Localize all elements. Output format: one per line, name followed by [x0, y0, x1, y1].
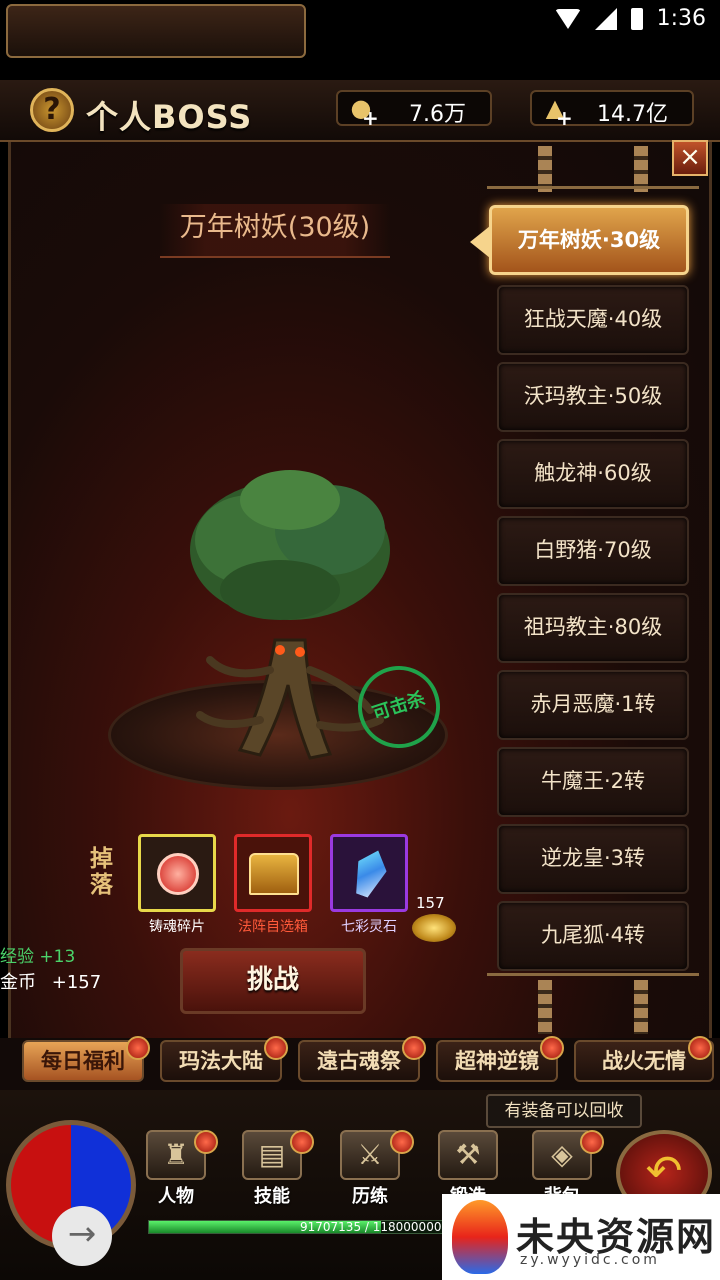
- drop-item-name: 法阵自选箱: [238, 919, 308, 935]
- flame-logo-icon: [452, 1200, 508, 1274]
- notification-dot-icon: [194, 1130, 218, 1154]
- copper-resource[interactable]: ● + 7.6万: [336, 90, 492, 130]
- ingot-resource[interactable]: ▲ + 14.7亿: [530, 90, 694, 130]
- status-time: 1:36: [656, 6, 706, 31]
- boss-list-item[interactable]: 触龙神·60级: [497, 439, 689, 509]
- recycle-notice[interactable]: 有装备可以回收: [486, 1094, 642, 1128]
- notification-dot-icon: [688, 1036, 712, 1060]
- gold-ingot-icon: ▲ +: [545, 94, 573, 130]
- exp-reward: 经验 +13: [0, 947, 76, 967]
- close-icon[interactable]: ×: [672, 140, 708, 176]
- boss-list-item[interactable]: 九尾狐·4转: [497, 901, 689, 971]
- boss-list-item[interactable]: 赤月恶魔·1转: [497, 670, 689, 740]
- wifi-icon: [554, 8, 581, 29]
- chain-decoration: [634, 980, 648, 1034]
- signal-icon: [594, 7, 617, 30]
- boss-list-item[interactable]: 逆龙皇·3转: [497, 824, 689, 894]
- copper-value: 7.6万: [409, 102, 466, 127]
- notification-dot-icon: [580, 1130, 604, 1154]
- soul-shard-icon: [138, 834, 216, 912]
- notification-dot-icon: [390, 1130, 414, 1154]
- coin-reward: 金币 +157: [0, 968, 101, 994]
- notification-dot-icon: [264, 1036, 288, 1060]
- drop-item[interactable]: 法阵自选箱: [234, 834, 312, 936]
- title-frame: [6, 4, 306, 58]
- drop-item[interactable]: 七彩灵石: [330, 834, 408, 936]
- drop-item[interactable]: 铸魂碎片: [138, 834, 216, 936]
- drops-label: 掉落: [90, 846, 113, 898]
- help-icon[interactable]: ?: [30, 88, 74, 132]
- treasure-chest-icon: [234, 834, 312, 912]
- boss-list-item[interactable]: 沃玛教主·50级: [497, 362, 689, 432]
- copper-coin-icon: ● +: [350, 94, 379, 130]
- boss-list-item[interactable]: 万年树妖·30级: [470, 205, 689, 275]
- forward-arrow-icon[interactable]: →: [52, 1206, 112, 1266]
- forge-icon: ⚒: [438, 1130, 498, 1180]
- notification-dot-icon: [540, 1036, 564, 1060]
- gold-drop-amount: 157: [416, 894, 445, 912]
- chain-decoration: [538, 980, 552, 1034]
- ingot-value: 14.7亿: [597, 102, 668, 127]
- boss-list-item[interactable]: 狂战天魔·40级: [497, 285, 689, 355]
- exp-bar-text: 91707135 / 118000000: [300, 1220, 442, 1234]
- nav-label: 人物: [158, 1186, 194, 1207]
- drop-item-name: 七彩灵石: [341, 919, 397, 935]
- challenge-button[interactable]: 挑战: [180, 948, 366, 1014]
- notification-dot-icon: [402, 1036, 426, 1060]
- notification-dot-icon: [290, 1130, 314, 1154]
- drop-item-name: 铸魂碎片: [149, 919, 205, 935]
- watermark-sub: zy.wyyidc.com: [520, 1252, 660, 1268]
- boss-list-item[interactable]: 祖玛教主·80级: [497, 593, 689, 663]
- boss-list-item[interactable]: 白野猪·70级: [497, 516, 689, 586]
- coin-reward-label: 金币: [0, 972, 36, 993]
- boss-name: 万年树妖(30级): [160, 204, 390, 258]
- gold-coins-icon: [412, 914, 456, 942]
- boss-list-item[interactable]: 牛魔王·2转: [497, 747, 689, 817]
- page-title: 个人BOSS: [86, 98, 253, 136]
- battery-icon: [630, 7, 643, 30]
- coin-reward-value: +157: [51, 972, 102, 993]
- nav-label: 历练: [352, 1186, 388, 1207]
- rainbow-stone-icon: [330, 834, 408, 912]
- nav-label: 技能: [254, 1186, 290, 1207]
- notification-dot-icon: [126, 1036, 150, 1060]
